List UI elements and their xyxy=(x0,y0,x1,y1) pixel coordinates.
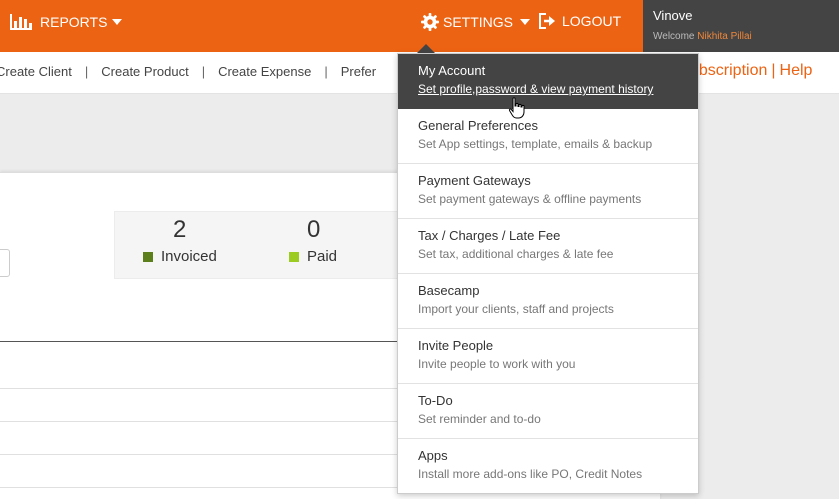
menu-item-desc: Set tax, additional charges & late fee xyxy=(418,247,614,261)
quick-links: Create Client | Create Product | Create … xyxy=(0,64,376,79)
table-row-divider xyxy=(0,454,400,455)
paid-legend-swatch xyxy=(289,251,299,262)
invoiced-label: Invoiced xyxy=(143,248,217,265)
menu-item-title: Payment Gateways xyxy=(418,173,531,188)
menu-item-basecamp[interactable]: Basecamp Import your clients, staff and … xyxy=(398,274,698,329)
menu-item-general-preferences[interactable]: General Preferences Set App settings, te… xyxy=(398,109,698,164)
table-row-divider xyxy=(0,487,400,488)
quick-links-right: ubscription | Help xyxy=(690,62,812,80)
paid-stat[interactable]: 0 Paid xyxy=(289,216,337,265)
logout-button[interactable]: LOGOUT xyxy=(538,13,621,29)
menu-item-desc: Set profile,password & view payment hist… xyxy=(418,82,654,96)
create-client-link[interactable]: Create Client xyxy=(0,64,72,79)
hand-cursor-icon xyxy=(508,97,525,119)
chevron-down-icon xyxy=(112,19,123,25)
create-expense-link[interactable]: Create Expense xyxy=(218,64,311,79)
table-row-divider xyxy=(0,388,400,389)
help-link[interactable]: Help xyxy=(780,62,813,79)
menu-item-apps[interactable]: Apps Install more add-ons like PO, Credi… xyxy=(398,439,698,494)
logout-label: LOGOUT xyxy=(562,13,622,29)
paid-text: Paid xyxy=(307,248,338,265)
welcome-label: Welcome xyxy=(653,31,695,42)
logout-icon xyxy=(539,13,555,29)
paid-count: 0 xyxy=(307,216,321,243)
settings-menu[interactable]: SETTINGS xyxy=(421,13,531,31)
menu-item-desc: Invite people to work with you xyxy=(418,357,576,371)
menu-item-to-do[interactable]: To-Do Set reminder and to-do xyxy=(398,384,698,439)
menu-item-title: My Account xyxy=(418,63,486,78)
link-separator: | xyxy=(771,62,776,79)
welcome-text: Welcome Nikhita Pillai xyxy=(653,31,829,42)
create-product-link[interactable]: Create Product xyxy=(101,64,188,79)
reports-label: REPORTS xyxy=(40,14,108,30)
menu-item-my-account[interactable]: My Account Set profile,password & view p… xyxy=(398,54,698,109)
invoiced-stat[interactable]: 2 Invoiced xyxy=(143,216,217,265)
user-info: Vinove Welcome Nikhita Pillai xyxy=(643,0,839,52)
menu-item-invite-people[interactable]: Invite People Invite people to work with… xyxy=(398,329,698,384)
subscription-link[interactable]: ubscription xyxy=(690,62,767,79)
menu-item-payment-gateways[interactable]: Payment Gateways Set payment gateways & … xyxy=(398,164,698,219)
invoiced-legend-swatch xyxy=(143,251,153,262)
dropdown-arrow xyxy=(417,44,435,53)
menu-item-title: Apps xyxy=(418,448,448,463)
menu-item-desc: Set App settings, template, emails & bac… xyxy=(418,137,653,151)
link-separator: | xyxy=(84,64,89,79)
menu-item-title: To-Do xyxy=(418,393,453,408)
preferences-link[interactable]: Prefer xyxy=(341,64,376,79)
menu-item-tax-charges[interactable]: Tax / Charges / Late Fee Set tax, additi… xyxy=(398,219,698,274)
invoiced-text: Invoiced xyxy=(161,248,217,265)
chevron-down-icon xyxy=(520,19,531,25)
menu-item-desc: Set reminder and to-do xyxy=(418,412,541,426)
reports-menu[interactable]: REPORTS xyxy=(10,14,123,30)
menu-item-title: Invite People xyxy=(418,338,494,353)
link-separator: | xyxy=(201,64,206,79)
paid-label: Paid xyxy=(289,248,337,265)
menu-item-title: General Preferences xyxy=(418,118,538,133)
invoice-summary: 2 Invoiced 0 Paid xyxy=(114,211,414,279)
user-name-link[interactable]: Nikhita Pillai xyxy=(697,31,751,42)
invoiced-count: 2 xyxy=(173,216,187,243)
table-header-divider xyxy=(0,341,400,342)
settings-label: SETTINGS xyxy=(443,14,514,30)
table-row-divider xyxy=(0,421,400,422)
link-separator: | xyxy=(324,64,328,79)
menu-item-desc: Install more add-ons like PO, Credit Not… xyxy=(418,467,643,481)
menu-item-title: Tax / Charges / Late Fee xyxy=(418,228,561,243)
bar-chart-icon xyxy=(10,14,32,30)
menu-item-desc: Set payment gateways & offline payments xyxy=(418,192,642,206)
settings-dropdown: My Account Set profile,password & view p… xyxy=(397,53,699,494)
gear-icon xyxy=(421,13,439,31)
company-name: Vinove xyxy=(653,8,693,23)
menu-item-title: Basecamp xyxy=(418,283,480,298)
period-select[interactable] xyxy=(0,249,10,277)
menu-item-desc: Import your clients, staff and projects xyxy=(418,302,614,316)
